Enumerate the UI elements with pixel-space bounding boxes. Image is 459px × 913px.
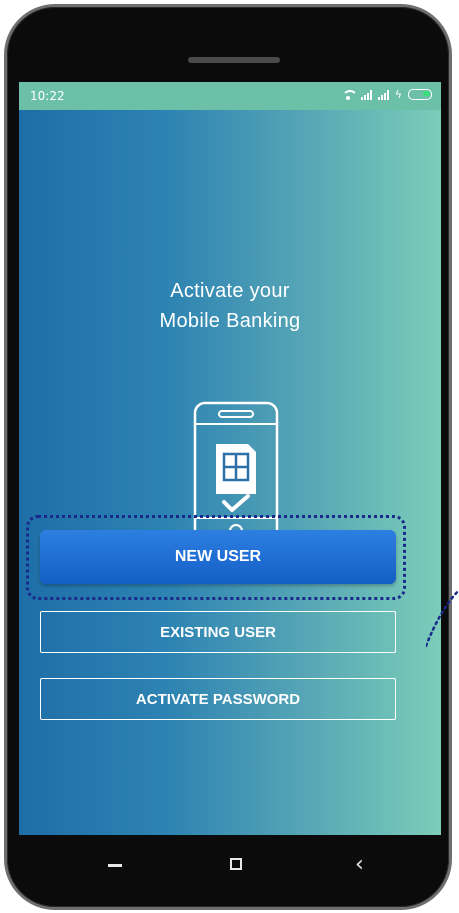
activate-password-button[interactable]: ACTIVATE PASSWORD xyxy=(40,678,396,720)
signal-icon xyxy=(377,89,389,100)
recent-apps-icon[interactable]: ‹ xyxy=(355,852,364,878)
battery-icon xyxy=(408,89,432,100)
wifi-icon xyxy=(341,89,358,100)
back-icon[interactable] xyxy=(108,864,122,867)
home-icon[interactable] xyxy=(230,858,242,870)
pointer-line xyxy=(426,588,459,648)
page-title-line2: Mobile Banking xyxy=(159,310,301,332)
existing-user-button[interactable]: EXISTING USER xyxy=(40,611,396,653)
app-screen: 10:22 ϟ Activate your Mobile Banking xyxy=(19,82,441,835)
status-icons: ϟ xyxy=(341,89,432,100)
status-bar: 10:22 ϟ xyxy=(19,82,441,110)
status-time: 10:22 xyxy=(30,89,65,103)
system-navbar: ‹ xyxy=(19,835,441,899)
speaker-grille xyxy=(188,57,280,63)
page-title-line1: Activate your xyxy=(170,280,290,302)
charging-icon: ϟ xyxy=(394,87,402,101)
signal-icon xyxy=(360,89,372,100)
new-user-button[interactable]: NEW USER xyxy=(40,530,396,584)
